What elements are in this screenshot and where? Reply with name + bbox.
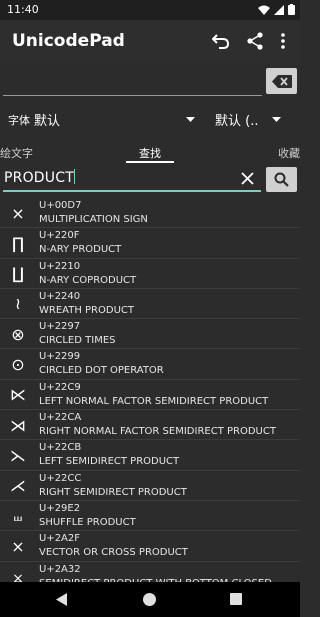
- back-icon[interactable]: [56, 593, 68, 606]
- search-button[interactable]: [266, 167, 297, 192]
- search-input[interactable]: PRODUCT: [3, 166, 261, 192]
- character-name: LEFT SEMIDIRECT PRODUCT: [39, 456, 180, 468]
- app-actions: [204, 28, 294, 54]
- list-item[interactable]: ∏ U+220F N-ARY PRODUCT: [0, 228, 300, 259]
- character-glyph[interactable]: ⋋: [0, 440, 36, 470]
- results-list: × U+00D7 MULTIPLICATION SIGN ∏ U+220F N-ARY P…: [0, 198, 300, 582]
- main-content: 字体 默认 默认 (.. 绘文字 查找 收藏 PRODUCT × U+00D7 MU…: [0, 62, 300, 582]
- code-point: U+29E2: [39, 502, 81, 514]
- code-point: U+22CC: [39, 472, 82, 484]
- character-glyph[interactable]: ⊙: [0, 349, 36, 379]
- character-name: RIGHT SEMIDIRECT PRODUCT: [39, 486, 187, 498]
- character-name: CIRCLED DOT OPERATOR: [39, 365, 164, 377]
- status-icons: [258, 4, 295, 15]
- character-glyph[interactable]: ×: [0, 198, 36, 228]
- character-glyph[interactable]: ⋉: [0, 380, 36, 410]
- character-glyph[interactable]: ∏: [0, 228, 36, 258]
- status-bar: 11:40: [0, 0, 300, 20]
- battery-icon: [288, 4, 295, 15]
- character-name: LEFT NORMAL FACTOR SEMIDIRECT PRODUCT: [39, 395, 269, 407]
- character-glyph[interactable]: ⋌: [0, 471, 36, 501]
- list-item[interactable]: ≀ U+2240 WREATH PRODUCT: [0, 289, 300, 320]
- character-name: RIGHT NORMAL FACTOR SEMIDIRECT PRODUCT: [39, 426, 276, 438]
- tab-bar: 绘文字 查找 收藏: [0, 142, 300, 164]
- backspace-button[interactable]: [266, 68, 297, 94]
- code-point: U+2A32: [39, 563, 81, 575]
- navigation-bar: [0, 582, 300, 617]
- app-title: UnicodePad: [12, 31, 125, 51]
- code-point: U+2A2F: [39, 533, 81, 545]
- style-select[interactable]: 默认 (..: [215, 110, 258, 129]
- code-point: U+2210: [39, 260, 81, 272]
- character-glyph[interactable]: ∐: [0, 259, 36, 289]
- search-row: PRODUCT: [0, 166, 300, 194]
- search-icon: [274, 172, 289, 187]
- list-item[interactable]: × U+00D7 MULTIPLICATION SIGN: [0, 198, 300, 229]
- more-options-button[interactable]: [272, 28, 294, 54]
- character-name: SHUFFLE PRODUCT: [39, 516, 136, 528]
- code-point: U+00D7: [39, 200, 82, 211]
- character-name: MULTIPLICATION SIGN: [39, 214, 148, 225]
- character-name: N-ARY COPRODUCT: [39, 274, 137, 286]
- character-glyph[interactable]: ⧢: [0, 501, 36, 531]
- dropdown-arrow-icon[interactable]: [186, 117, 195, 122]
- font-row: 字体 默认 默认 (..: [0, 106, 300, 134]
- undo-button[interactable]: [204, 28, 238, 54]
- undo-icon: [212, 34, 230, 49]
- list-item[interactable]: ⊙ U+2299 CIRCLED DOT OPERATOR: [0, 349, 300, 380]
- font-label: 字体: [8, 114, 30, 127]
- list-item[interactable]: ⋉ U+22C9 LEFT NORMAL FACTOR SEMIDIRECT PRO…: [0, 380, 300, 411]
- search-input-text: PRODUCT: [4, 169, 75, 186]
- character-glyph[interactable]: ⨯: [0, 531, 36, 561]
- character-glyph[interactable]: ⨲: [0, 562, 36, 582]
- code-point: U+2299: [39, 351, 81, 363]
- list-item[interactable]: ⋌ U+22CC RIGHT SEMIDIRECT PRODUCT: [0, 471, 300, 501]
- code-point: U+220F: [39, 230, 80, 242]
- list-item[interactable]: ⋊ U+22CA RIGHT NORMAL FACTOR SEMIDIRECT PR…: [0, 410, 300, 441]
- tab-indicator: [126, 161, 174, 163]
- list-item[interactable]: ⧢ U+29E2 SHUFFLE PRODUCT: [0, 501, 300, 532]
- code-point: U+2240: [39, 290, 81, 302]
- list-item[interactable]: ⋋ U+22CB LEFT SEMIDIRECT PRODUCT: [0, 440, 300, 471]
- share-button[interactable]: [238, 28, 272, 54]
- character-name: N-ARY PRODUCT: [39, 244, 122, 256]
- clear-icon[interactable]: [241, 172, 254, 185]
- wifi-icon: [258, 5, 270, 15]
- status-time: 11:40: [7, 3, 39, 16]
- dropdown-arrow-icon[interactable]: [272, 117, 281, 122]
- code-point: U+22CA: [39, 412, 82, 424]
- code-point: U+2297: [39, 321, 81, 333]
- character-glyph[interactable]: ≀: [0, 289, 36, 319]
- signal-icon: [274, 4, 284, 15]
- character-name: WREATH PRODUCT: [39, 304, 134, 316]
- more-vert-icon: [281, 33, 285, 49]
- recents-icon[interactable]: [230, 593, 242, 605]
- share-icon: [247, 32, 263, 50]
- text-caret: [73, 169, 75, 184]
- code-point: U+22C9: [39, 381, 81, 393]
- character-glyph[interactable]: ⊗: [0, 319, 36, 349]
- list-item[interactable]: ⨯ U+2A2F VECTOR OR CROSS PRODUCT: [0, 531, 300, 562]
- tab-search[interactable]: 查找: [139, 145, 161, 161]
- character-name: CIRCLED TIMES: [39, 335, 116, 347]
- character-name: VECTOR OR CROSS PRODUCT: [39, 547, 188, 559]
- tab-favorites[interactable]: 收藏: [278, 145, 300, 161]
- home-icon[interactable]: [143, 593, 156, 606]
- edit-text-field[interactable]: [3, 62, 262, 96]
- backspace-icon: [271, 74, 292, 88]
- tab-emoji[interactable]: 绘文字: [0, 145, 33, 161]
- list-item[interactable]: ⨲U+2A32SEMIDIRECT PRODUCT WITH BOTTOM CL…: [0, 562, 300, 582]
- list-item[interactable]: ⊗ U+2297 CIRCLED TIMES: [0, 319, 300, 350]
- search-value: PRODUCT: [4, 170, 74, 186]
- character-glyph[interactable]: ⋊: [0, 410, 36, 440]
- code-point: U+22CB: [39, 442, 82, 454]
- app-bar: UnicodePad: [0, 20, 300, 62]
- list-item[interactable]: ∐ U+2210 N-ARY COPRODUCT: [0, 259, 300, 289]
- font-select[interactable]: 默认: [34, 110, 60, 129]
